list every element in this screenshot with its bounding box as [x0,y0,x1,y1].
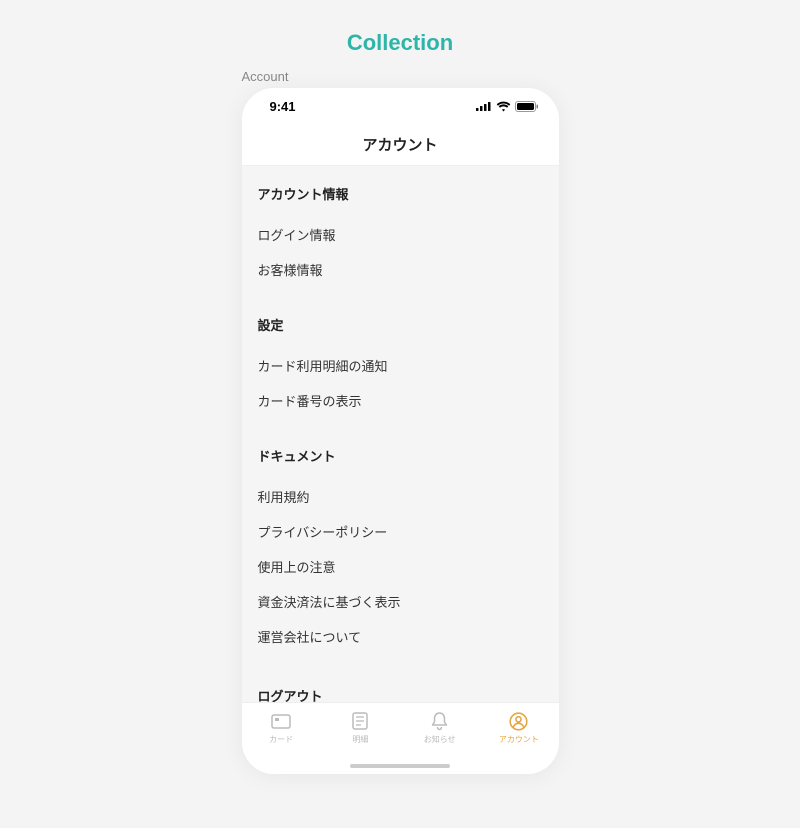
section-title: ドキュメント [258,446,543,465]
tab-details[interactable]: 明細 [332,711,388,745]
item-privacy[interactable]: プライバシーポリシー [258,514,543,549]
status-time: 9:41 [270,99,296,114]
section-account-info: アカウント情報 ログイン情報 お客様情報 [258,184,543,287]
wifi-icon [496,101,511,112]
item-usage-notice[interactable]: カード利用明細の通知 [258,348,543,383]
section-title: アカウント情報 [258,184,543,203]
section-settings: 設定 カード利用明細の通知 カード番号の表示 [258,315,543,418]
status-bar: 9:41 [242,88,559,124]
tab-label: お知らせ [424,734,456,745]
section-title: 設定 [258,315,543,334]
item-payment-law[interactable]: 資金決済法に基づく表示 [258,584,543,619]
home-indicator[interactable] [350,764,450,768]
page-collection-title: Collection [347,30,453,56]
section-documents: ドキュメント 利用規約 プライバシーポリシー 使用上の注意 資金決済法に基づく表… [258,446,543,654]
tab-label: 明細 [352,734,368,745]
list-icon [349,711,371,731]
item-company[interactable]: 運営会社について [258,619,543,654]
tab-card[interactable]: カード [253,711,309,745]
item-customer-info[interactable]: お客様情報 [258,252,543,287]
item-usage-caution[interactable]: 使用上の注意 [258,549,543,584]
bell-icon [429,711,451,731]
item-login-info[interactable]: ログイン情報 [258,217,543,252]
status-indicators [476,101,539,112]
content-area[interactable]: アカウント情報 ログイン情報 お客様情報 設定 カード利用明細の通知 カード番号… [242,166,559,702]
tab-bar: カード 明細 お知らせ アカウント [242,702,559,774]
phone-frame: 9:41 アカウント アカウント情報 ログイン情報 お客様情報 設定 カード利用… [242,88,559,774]
page-subtitle: Account [242,69,289,84]
logout-button[interactable]: ログアウト [258,682,543,702]
card-icon [270,711,292,731]
battery-icon [515,101,539,112]
signal-icon [476,101,492,111]
item-terms[interactable]: 利用規約 [258,479,543,514]
user-icon [508,711,530,731]
tab-label: アカウント [499,734,539,745]
nav-title: アカウント [362,134,437,155]
nav-header: アカウント [242,124,559,166]
tab-label: カード [269,734,293,745]
item-card-number-display[interactable]: カード番号の表示 [258,383,543,418]
tab-notices[interactable]: お知らせ [412,711,468,745]
tab-account[interactable]: アカウント [491,711,547,745]
